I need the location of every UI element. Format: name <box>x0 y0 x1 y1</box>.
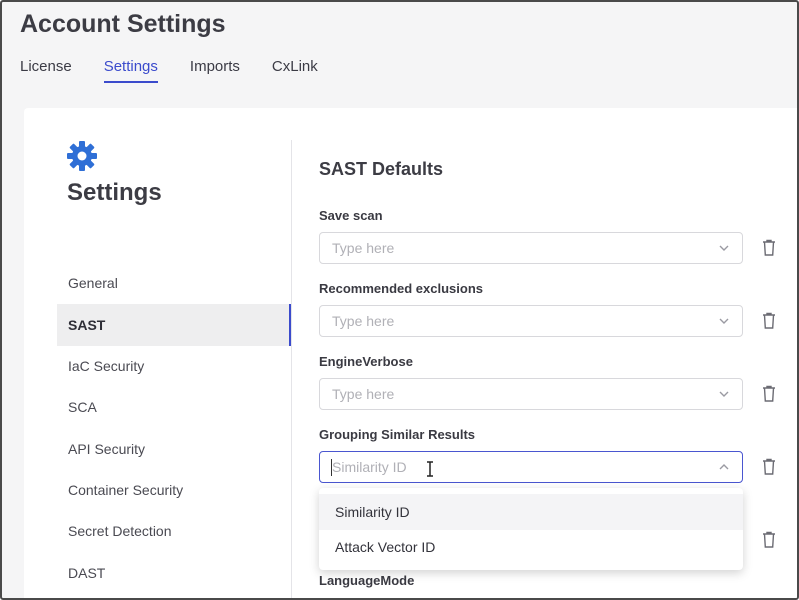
select-placeholder: Similarity ID <box>332 459 407 475</box>
select-placeholder: Type here <box>332 313 395 329</box>
app-frame: Account Settings License Settings Import… <box>0 0 799 600</box>
sidebar-item-label: API Security <box>68 441 146 457</box>
save-scan-select[interactable]: Type here <box>319 232 743 264</box>
field-label-save-scan: Save scan <box>319 208 383 223</box>
text-caret <box>331 459 332 476</box>
recommended-exclusions-select[interactable]: Type here <box>319 305 743 337</box>
sidebar-item-label: IaC Security <box>68 358 145 374</box>
sidebar-item-sast[interactable]: SAST <box>57 304 292 346</box>
chevron-down-icon <box>719 318 729 324</box>
dropdown-option-attack-vector-id[interactable]: Attack Vector ID <box>319 529 743 565</box>
select-placeholder: Type here <box>332 386 395 402</box>
sidebar-item-label: DAST <box>68 565 106 581</box>
tab-settings[interactable]: Settings <box>103 58 159 83</box>
tab-imports[interactable]: Imports <box>190 58 240 83</box>
trash-icon[interactable] <box>762 385 776 402</box>
sidebar-item-iac-security[interactable]: IaC Security <box>57 345 291 387</box>
sidebar-item-label: SCA <box>68 399 97 415</box>
sidebar-item-container-security[interactable]: Container Security <box>57 469 291 511</box>
sidebar-divider <box>291 140 292 598</box>
sidebar-item-label: Container Security <box>68 482 184 498</box>
trash-icon[interactable] <box>762 458 776 475</box>
gear-icon <box>67 141 97 171</box>
sidebar-item-secret-detection[interactable]: Secret Detection <box>57 510 291 552</box>
grouping-similar-results-select[interactable]: Similarity ID <box>319 451 743 483</box>
sidebar-item-dast[interactable]: DAST <box>57 552 291 594</box>
sidebar-title: Settings <box>67 179 162 206</box>
trash-icon[interactable] <box>762 239 776 256</box>
sidebar-item-sca[interactable]: SCA <box>57 386 291 428</box>
dropdown-option-similarity-id[interactable]: Similarity ID <box>319 494 743 530</box>
sidebar-item-label: Secret Detection <box>68 523 172 539</box>
page-title: Account Settings <box>20 10 226 38</box>
field-label-language-mode: LanguageMode <box>319 573 415 588</box>
sidebar-item-label: General <box>68 275 118 291</box>
trash-icon[interactable] <box>762 312 776 329</box>
chevron-down-icon <box>719 245 729 251</box>
sidebar-item-api-security[interactable]: API Security <box>57 428 291 470</box>
sidebar-item-general[interactable]: General <box>57 262 291 304</box>
field-label-engine-verbose: EngineVerbose <box>319 354 413 369</box>
sidebar-item-label: SAST <box>68 317 106 333</box>
chevron-down-icon <box>719 391 729 397</box>
text-cursor-icon <box>427 461 433 477</box>
engine-verbose-select[interactable]: Type here <box>319 378 743 410</box>
tab-bar: License Settings Imports CxLink <box>20 58 350 83</box>
dropdown-menu: Similarity ID Attack Vector ID <box>319 488 743 570</box>
field-label-recommended-exclusions: Recommended exclusions <box>319 281 483 296</box>
select-placeholder: Type here <box>332 240 395 256</box>
chevron-up-icon <box>719 464 729 470</box>
tab-cxlink[interactable]: CxLink <box>272 58 318 83</box>
tab-license[interactable]: License <box>20 58 72 83</box>
section-title: SAST Defaults <box>319 159 444 179</box>
trash-icon[interactable] <box>762 531 776 548</box>
field-label-grouping-similar-results: Grouping Similar Results <box>319 427 476 442</box>
